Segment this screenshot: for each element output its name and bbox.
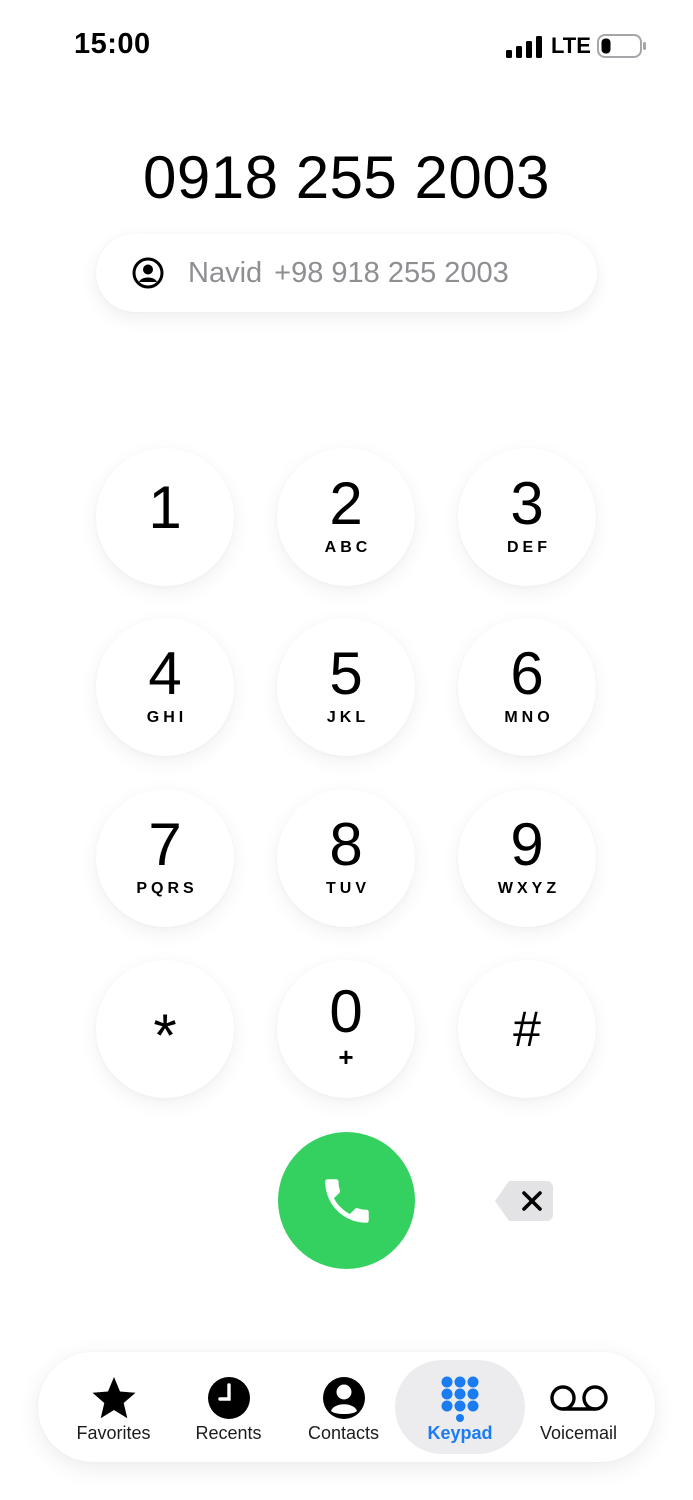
key-letters: TUV — [326, 880, 370, 897]
key-letters: PQRS — [136, 880, 198, 897]
key-letters: ABC — [324, 539, 372, 556]
tab-bar: Favorites Recents Contacts Keypad Voicem… — [38, 1352, 655, 1462]
network-type-label: LTE — [551, 33, 591, 58]
key-digit: 3 — [510, 470, 544, 537]
key-star[interactable]: * — [96, 960, 234, 1098]
tab-voicemail[interactable]: Voicemail — [521, 1360, 636, 1454]
voicemail-icon — [549, 1385, 608, 1411]
status-time: 15:00 — [74, 28, 151, 60]
key-letters: WXYZ — [497, 880, 561, 897]
key-letters: DEF — [507, 539, 551, 556]
tab-label: Recents — [195, 1423, 262, 1443]
contact-suggestion[interactable]: Navid +98 918 255 2003 — [96, 234, 597, 312]
key-0[interactable]: 0 + — [277, 960, 415, 1098]
key-4[interactable]: 4 GHI — [96, 618, 234, 756]
clock-icon — [207, 1377, 250, 1419]
call-button[interactable] — [278, 1132, 415, 1269]
key-letters: MNO — [504, 709, 554, 726]
key-3[interactable]: 3 DEF — [458, 448, 596, 586]
key-letters: JKL — [326, 709, 370, 726]
tab-contacts[interactable]: Contacts — [286, 1360, 401, 1454]
person-circle-icon — [322, 1377, 365, 1419]
key-6[interactable]: 6 MNO — [458, 618, 596, 756]
person-circle-icon — [132, 257, 164, 289]
suggestion-phone: +98 918 255 2003 — [274, 256, 509, 289]
tab-favorites[interactable]: Favorites — [56, 1360, 171, 1454]
key-digit: 5 — [329, 640, 363, 707]
key-digit: 8 — [329, 811, 363, 878]
key-7[interactable]: 7 PQRS — [96, 789, 234, 927]
tab-recents[interactable]: Recents — [171, 1360, 286, 1454]
delete-backspace-icon[interactable] — [493, 1179, 555, 1223]
key-5[interactable]: 5 JKL — [277, 618, 415, 756]
key-digit: 9 — [510, 811, 544, 878]
star-icon — [92, 1377, 135, 1419]
tab-label: Voicemail — [539, 1423, 618, 1443]
key-2[interactable]: 2 ABC — [277, 448, 415, 586]
cellular-signal-icon — [506, 36, 542, 58]
dialed-number: 0918 255 2003 — [143, 144, 550, 211]
key-digit: 2 — [329, 470, 363, 537]
phone-icon — [324, 1178, 369, 1223]
suggestion-name: Navid — [188, 256, 263, 289]
key-digit: 1 — [148, 474, 182, 541]
keypad-grid-icon — [441, 1376, 479, 1422]
key-letters: + — [338, 1042, 354, 1072]
status-bar: 15:00 LTE — [0, 0, 693, 90]
key-digit: 0 — [329, 978, 363, 1045]
tab-label: Favorites — [76, 1423, 151, 1443]
key-letters: GHI — [146, 709, 188, 726]
battery-low-icon — [597, 34, 646, 58]
key-digit: 7 — [148, 811, 182, 878]
key-hash[interactable]: # — [458, 960, 596, 1098]
key-1[interactable]: 1 — [96, 448, 234, 586]
tab-label: Contacts — [307, 1423, 380, 1443]
key-digit: 4 — [148, 640, 182, 707]
key-9[interactable]: 9 WXYZ — [458, 789, 596, 927]
key-8[interactable]: 8 TUV — [277, 789, 415, 927]
key-symbol: # — [513, 1001, 541, 1057]
key-symbol: * — [153, 1001, 177, 1069]
key-digit: 6 — [510, 640, 544, 707]
tab-label: Keypad — [427, 1423, 493, 1443]
tab-keypad[interactable]: Keypad — [395, 1360, 525, 1454]
